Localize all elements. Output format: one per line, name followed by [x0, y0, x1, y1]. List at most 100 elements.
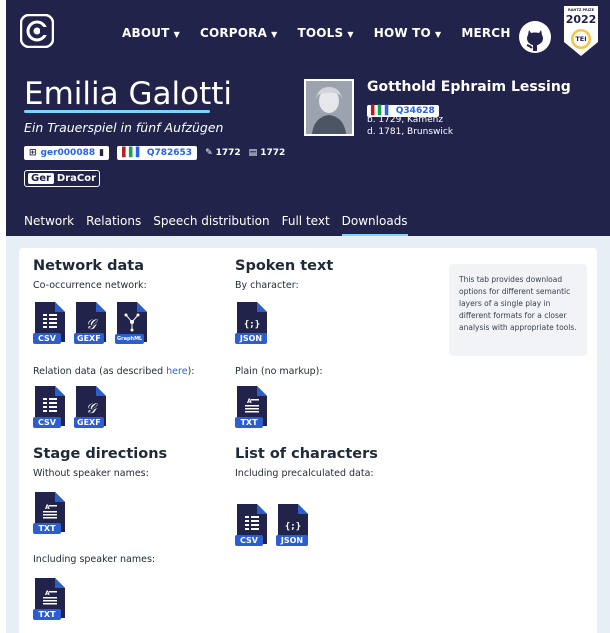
top-navbar: ABOUT ▼ CORPORA ▼ TOOLS ▼ HOW TO ▼ MERCH: [6, 0, 610, 62]
relation-label: Relation data (as described here):: [33, 366, 194, 377]
nav-how-to[interactable]: HOW TO ▼: [374, 26, 442, 40]
play-wikidata-chip[interactable]: ▌ ▌ ▌ Q782653: [117, 146, 198, 160]
author-name: Gotthold Ephraim Lessing: [367, 79, 571, 95]
plain-files: A TXT: [235, 386, 267, 428]
relation-label-suffix: ):: [187, 366, 195, 377]
tab-downloads[interactable]: Downloads: [341, 214, 408, 237]
cooccurrence-gexf-download[interactable]: 𝒢 GEXF: [74, 302, 106, 344]
badge-year: 2022: [565, 13, 597, 26]
list-of-characters-title: List of characters: [235, 446, 378, 462]
file-format-label: TXT: [33, 609, 61, 620]
tab-full-text[interactable]: Full text: [282, 214, 330, 237]
characters-json-download[interactable]: {;} JSON: [276, 504, 308, 546]
relation-csv-download[interactable]: CSV: [33, 386, 65, 428]
title-underline: [24, 110, 210, 113]
cooccurrence-label: Co-occurrence network:: [33, 280, 147, 291]
stage-directions-title: Stage directions: [33, 446, 168, 462]
stage-without-txt-download[interactable]: A TXT: [33, 492, 65, 534]
downloads-info-box: This tab provides download options for d…: [449, 264, 587, 356]
nav-tools[interactable]: TOOLS ▼: [297, 26, 353, 40]
file-format-label: GEXF: [74, 417, 104, 428]
id-icon: ⊞: [29, 148, 37, 158]
file-format-label: TXT: [33, 523, 61, 534]
page-header: ABOUT ▼ CORPORA ▼ TOOLS ▼ HOW TO ▼ MERCH: [6, 0, 610, 237]
characters-csv-download[interactable]: CSV: [235, 504, 267, 546]
nav-merch[interactable]: MERCH: [461, 26, 510, 40]
wikidata-icon-blue: ▌: [135, 148, 143, 158]
author-dates: b. 1729, Kamenz d. 1781, Brunswick: [367, 114, 453, 138]
svg-text:{;}: {;}: [285, 522, 301, 532]
file-format-label: GraphML: [115, 334, 145, 344]
play-id: ger000088: [40, 148, 96, 158]
nav-label: MERCH: [461, 26, 511, 40]
cooccurrence-graphml-download[interactable]: GraphML: [115, 302, 147, 344]
play-wikidata-id: Q782653: [146, 148, 193, 158]
by-character-label: By character:: [235, 280, 299, 291]
cooccurrence-files: CSV 𝒢 GEXF GraphML: [33, 302, 147, 344]
printed-year: 1772: [260, 148, 286, 158]
relation-gexf-download[interactable]: 𝒢 GEXF: [74, 386, 106, 428]
chevron-down-icon: ▼: [347, 29, 354, 39]
play-subtitle: Ein Trauerspiel in fünf Aufzügen: [24, 120, 224, 135]
characters-label: Including precalculated data:: [235, 468, 374, 479]
downloads-panel: Network data Co-occurrence network: CSV …: [6, 236, 610, 633]
corpus-name: DraCor: [56, 173, 97, 184]
tab-relations[interactable]: Relations: [86, 214, 141, 237]
spoken-text-title: Spoken text: [235, 258, 334, 274]
file-format-label: JSON: [276, 535, 308, 546]
file-format-label: CSV: [33, 333, 61, 344]
nav-about[interactable]: ABOUT ▼: [122, 26, 180, 40]
tab-speech-distribution[interactable]: Speech distribution: [153, 214, 269, 237]
stage-including-txt-download[interactable]: A TXT: [33, 578, 65, 620]
author-born: b. 1729, Kamenz: [367, 115, 444, 125]
stage-including-files: A TXT: [33, 578, 65, 620]
badge-top-text: RAHTZ PRIZE: [568, 8, 594, 12]
main-nav: ABOUT ▼ CORPORA ▼ TOOLS ▼ HOW TO ▼ MERCH: [122, 26, 511, 40]
downloads-card: Network data Co-occurrence network: CSV …: [19, 248, 597, 633]
nav-label: TOOLS: [297, 26, 344, 40]
dracor-logo[interactable]: [19, 13, 55, 49]
tab-network[interactable]: Network: [24, 214, 74, 237]
nav-label: HOW TO: [373, 26, 431, 40]
by-character-json-download[interactable]: {;} JSON: [235, 302, 267, 344]
tei-award-badge[interactable]: RAHTZ PRIZE 2022 TEI: [562, 6, 600, 58]
chevron-down-icon: ▼: [271, 29, 278, 39]
wikidata-icon: ▌: [122, 148, 129, 158]
stage-including-label: Including speaker names:: [33, 554, 156, 565]
book-icon: ▤: [248, 148, 258, 158]
relation-files: CSV 𝒢 GEXF: [33, 386, 106, 428]
copy-icon: ▮: [99, 148, 105, 158]
relation-here-link[interactable]: here: [166, 366, 187, 377]
chevron-down-icon: ▼: [434, 29, 442, 39]
play-id-chip[interactable]: ⊞ ger000088 ▮: [24, 146, 110, 160]
author-died: d. 1781, Brunswick: [367, 127, 454, 137]
author-portrait: [304, 79, 354, 136]
stage-without-label: Without speaker names:: [33, 468, 149, 479]
nav-corpora[interactable]: CORPORA ▼: [200, 26, 278, 40]
plain-label: Plain (no markup):: [235, 366, 323, 377]
relation-label-prefix: Relation data (as described: [33, 366, 167, 377]
plain-txt-download[interactable]: A TXT: [235, 386, 267, 428]
play-tabs: Network Relations Speech distribution Fu…: [24, 214, 408, 237]
characters-files: CSV {;} JSON: [235, 504, 308, 546]
written-year: 1772: [215, 148, 241, 158]
printed-date: ▤ 1772: [249, 148, 286, 158]
chevron-down-icon: ▼: [173, 29, 180, 39]
file-format-label: GEXF: [74, 333, 104, 344]
by-character-files: {;} JSON: [235, 302, 267, 344]
written-date: ✎ 1772: [205, 148, 241, 158]
github-icon[interactable]: [518, 20, 552, 54]
nav-label: ABOUT: [122, 26, 170, 40]
corpus-badge[interactable]: Ger DraCor: [24, 170, 101, 187]
network-data-title: Network data: [33, 258, 144, 274]
file-format-label: CSV: [235, 535, 263, 546]
file-format-label: JSON: [235, 333, 267, 344]
nav-label: CORPORA: [199, 26, 268, 40]
cooccurrence-csv-download[interactable]: CSV: [33, 302, 65, 344]
badge-tei-text: TEI: [575, 35, 587, 43]
file-format-label: CSV: [33, 417, 61, 428]
stage-without-files: A TXT: [33, 492, 65, 534]
svg-text:{;}: {;}: [244, 320, 260, 330]
file-format-label: TXT: [235, 417, 263, 428]
wikidata-icon-green: ▌: [128, 148, 136, 158]
